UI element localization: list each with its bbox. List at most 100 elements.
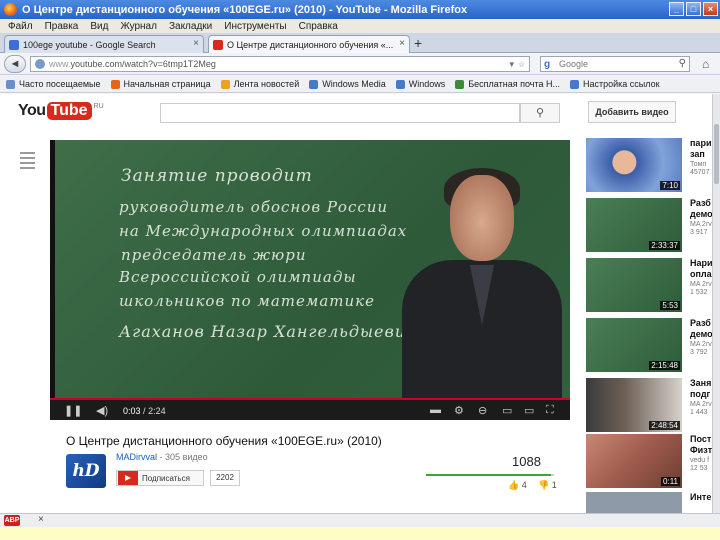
related-video[interactable]: 7:10 пари зап Томп 45707 <box>586 138 711 192</box>
add-video-button[interactable]: Добавить видео <box>588 101 676 123</box>
title-bar: О Центре дистанционного обучения «100EGE… <box>0 0 720 19</box>
video-title: О Центре дистанционного обучения «100EGE… <box>66 434 382 448</box>
logo-region: RU <box>93 102 104 110</box>
pause-icon[interactable]: ❚❚ <box>64 404 82 417</box>
tab-youtube[interactable]: О Центре дистанционного обучения «... × <box>208 35 410 53</box>
scrollbar-thumb[interactable] <box>714 124 719 184</box>
like-button[interactable]: 👍 4 <box>508 480 527 491</box>
window-title: О Центре дистанционного обучения «100EGE… <box>22 3 468 16</box>
search-icon: ⚲ <box>535 107 545 119</box>
bookmark-news-feed[interactable]: Лента новостей <box>220 79 299 89</box>
site-identity-icon[interactable] <box>35 59 45 69</box>
menu-file[interactable]: Файл <box>8 21 33 32</box>
tab-label: О Центре дистанционного обучения «... <box>227 39 394 50</box>
url-bar[interactable]: www. youtube.com/watch?v=6tmp1T2Meg ▼ ☆ <box>30 56 530 72</box>
related-video[interactable]: Инте <box>586 492 711 513</box>
related-video[interactable]: 2:48:54 Заня подг MA 2rv 1 443 <box>586 378 712 432</box>
dislike-button[interactable]: 👎 1 <box>538 480 557 491</box>
tab-close-icon[interactable]: × <box>399 38 405 49</box>
board-line: Занятие проводит <box>121 166 313 186</box>
new-tab-button[interactable]: + <box>414 35 422 51</box>
home-icon[interactable]: ⌂ <box>702 57 709 71</box>
channel-avatar[interactable]: hD <box>66 454 106 488</box>
related-thumbnail[interactable]: 2:15:48 <box>586 318 682 372</box>
subscribe-button[interactable]: Подписаться <box>116 470 204 486</box>
related-video[interactable]: 0:11 Пост Физт vedu f 12 53 <box>586 434 712 488</box>
related-thumbnail[interactable]: 2:33:37 <box>586 198 682 252</box>
firefox-window: О Центре дистанционного обучения «100EGE… <box>0 0 720 540</box>
video-player[interactable]: Занятие проводит руководитель обоснов Ро… <box>50 140 570 420</box>
menu-history[interactable]: Журнал <box>120 21 157 32</box>
video-count[interactable]: 305 видео <box>165 452 208 462</box>
related-thumbnail[interactable] <box>586 492 682 513</box>
tab-close-icon[interactable]: × <box>193 38 199 49</box>
tab-google-search[interactable]: 100ege youtube - Google Search × <box>4 35 204 53</box>
search-placeholder: Google <box>559 59 589 69</box>
large-player-icon[interactable]: ▭ <box>524 404 534 417</box>
guide-menu-icon[interactable] <box>20 152 35 172</box>
page-icon <box>455 79 465 89</box>
menu-bar: Файл Правка Вид Журнал Закладки Инструме… <box>0 19 720 33</box>
google-search-icon[interactable]: g <box>544 59 550 70</box>
thumbs-down-icon: 👎 <box>538 480 550 490</box>
watch-later-icon[interactable]: ⊖ <box>478 404 487 417</box>
related-thumbnail[interactable]: 7:10 <box>586 138 682 192</box>
youtube-play-icon <box>118 471 138 485</box>
fullscreen-icon[interactable]: ⛶ <box>546 404 554 417</box>
channel-name[interactable]: MADirvval <box>116 452 157 462</box>
status-close-icon[interactable]: × <box>38 514 44 525</box>
bookmark-windows[interactable]: Windows <box>395 79 445 89</box>
url-dropdown-icon[interactable]: ▼ ☆ <box>508 60 525 69</box>
bookmark-customize-links[interactable]: Настройка ссылок <box>569 79 660 89</box>
search-bar[interactable]: g Google ⚲ <box>540 56 690 72</box>
page-scrollbar[interactable] <box>712 94 720 513</box>
bookmark-free-mail[interactable]: Бесплатная почта H... <box>455 79 560 89</box>
bookmark-start-page[interactable]: Начальная страница <box>110 79 211 89</box>
bookmark-most-visited[interactable]: Часто посещаемые <box>6 79 101 89</box>
menu-view[interactable]: Вид <box>90 21 108 32</box>
related-thumbnail[interactable]: 5:53 <box>586 258 682 312</box>
magnifier-icon[interactable]: ⚲ <box>679 58 686 69</box>
minimize-button[interactable]: _ <box>669 2 684 16</box>
menu-help[interactable]: Справка <box>299 21 338 32</box>
close-window-button[interactable]: × <box>703 2 718 16</box>
menu-bookmarks[interactable]: Закладки <box>169 21 212 32</box>
related-video[interactable]: 5:53 Нари опла MA 2rv 1 532 <box>586 258 712 312</box>
youtube-search-input[interactable] <box>160 103 520 123</box>
youtube-search-button[interactable]: ⚲ <box>520 103 560 123</box>
captions-icon[interactable]: ▬ <box>430 404 441 416</box>
bookmark-icon <box>6 79 15 89</box>
tab-strip: 100ege youtube - Google Search × О Центр… <box>0 33 720 53</box>
related-video[interactable]: 2:15:48 Разб демо MA 2rv 3 792 <box>586 318 712 372</box>
url-prefix: www. <box>49 59 71 69</box>
youtube-favicon-icon <box>213 39 223 50</box>
view-count: 1088 <box>512 454 541 469</box>
small-player-icon[interactable]: ▭ <box>502 404 512 417</box>
page-content: You Tube RU ⚲ Добавить видео Занятие про… <box>0 94 712 513</box>
adblock-icon[interactable]: ABP <box>4 515 20 526</box>
subscriber-count: 2202 <box>210 470 240 486</box>
related-video[interactable]: 2:33:37 Разб демо MA 2rv 3 917 <box>586 198 712 252</box>
settings-gear-icon[interactable]: ⚙ <box>454 404 464 417</box>
status-bar: ABP × <box>0 513 720 527</box>
firefox-icon <box>110 79 120 89</box>
like-ratio-fill <box>426 474 552 476</box>
youtube-logo[interactable]: You Tube RU <box>18 102 104 120</box>
back-button[interactable]: ◄ <box>4 55 26 73</box>
url-text: youtube.com/watch?v=6tmp1T2Meg <box>70 59 216 69</box>
board-line: на Международных олимпиадах <box>119 222 408 240</box>
related-thumbnail[interactable]: 2:48:54 <box>586 378 682 432</box>
related-thumbnail[interactable]: 0:11 <box>586 434 682 488</box>
board-line: председатель жюри <box>121 246 307 264</box>
board-line: школьников по математике <box>119 292 375 310</box>
bookmark-windows-media[interactable]: Windows Media <box>309 79 386 89</box>
navigation-bar: ◄ www. youtube.com/watch?v=6tmp1T2Meg ▼ … <box>0 53 720 75</box>
logo-you: You <box>18 102 46 119</box>
rss-icon <box>220 79 230 89</box>
menu-edit[interactable]: Правка <box>45 21 79 32</box>
volume-icon[interactable]: ◀) <box>96 404 108 417</box>
maximize-button[interactable]: □ <box>686 2 701 16</box>
board-line: Агаханов Назар Хангельдыевич <box>119 322 418 341</box>
bookmarks-bar: Часто посещаемые Начальная страница Лент… <box>0 76 720 93</box>
menu-tools[interactable]: Инструменты <box>224 21 286 32</box>
